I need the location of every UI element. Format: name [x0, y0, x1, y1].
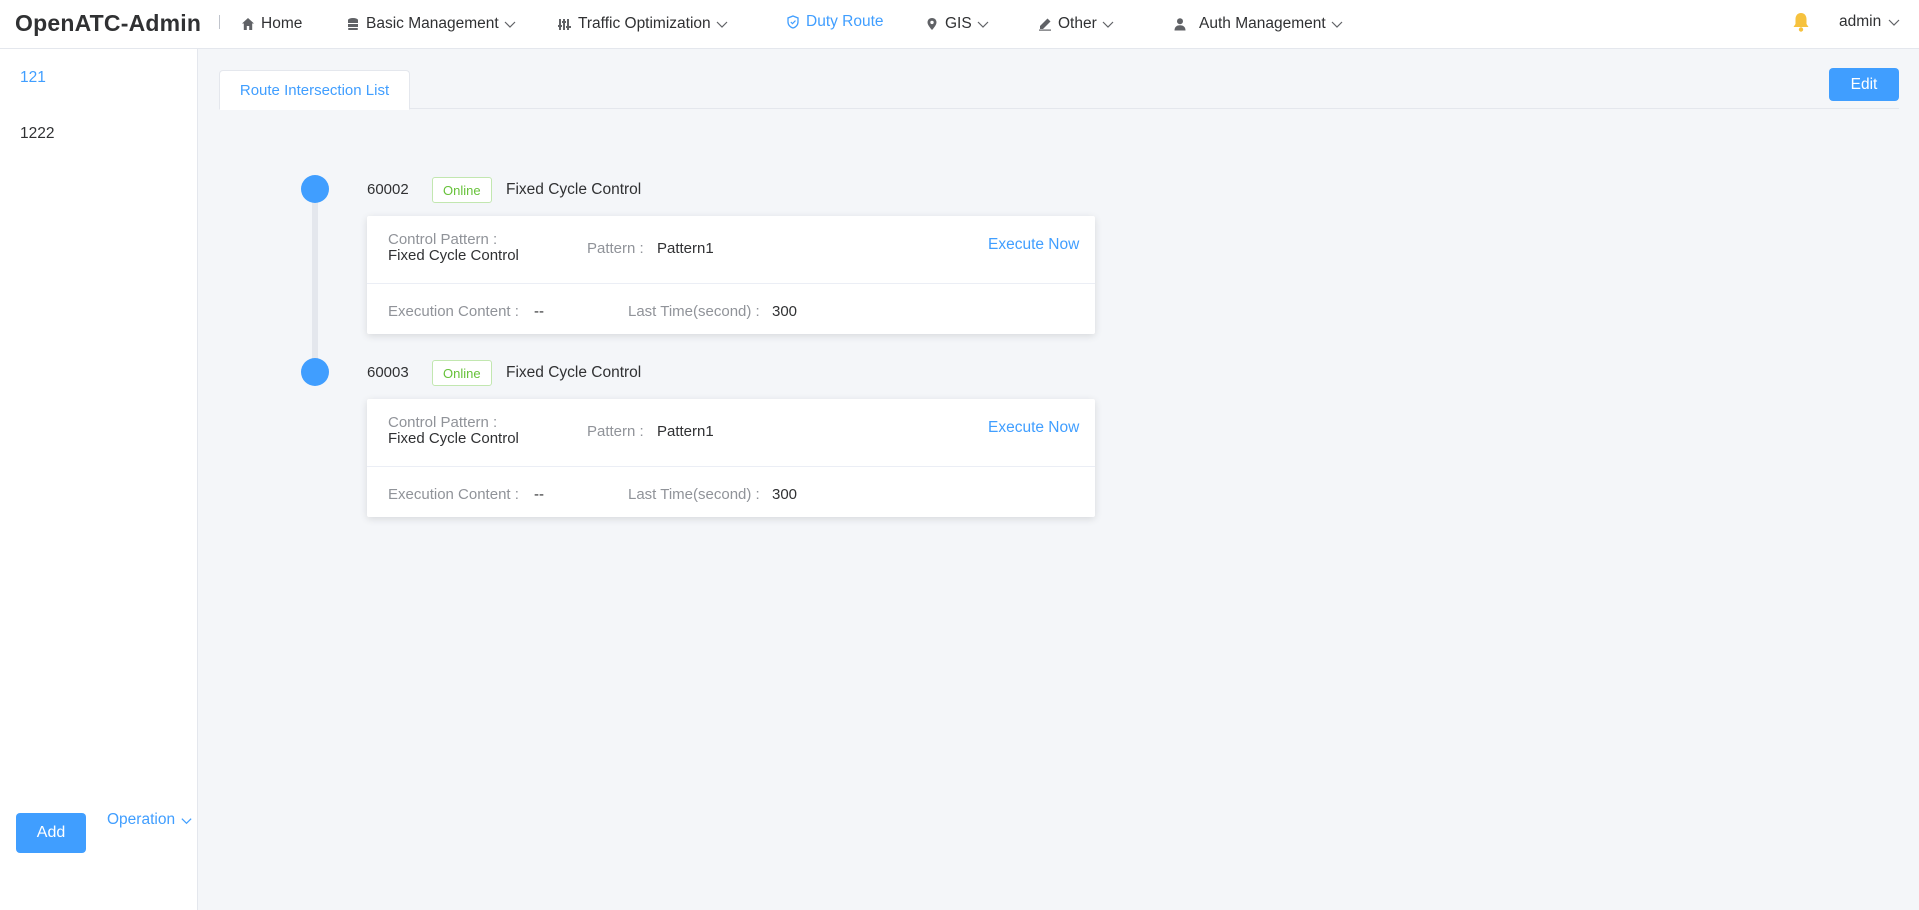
- sliders-icon: [558, 19, 571, 30]
- user-menu[interactable]: admin: [1839, 13, 1901, 31]
- nav-traffic-optimization[interactable]: Traffic Optimization: [558, 12, 729, 36]
- shield-icon: [787, 15, 799, 29]
- chevron-down-icon: [181, 817, 192, 824]
- execute-now-link[interactable]: Execute Now: [988, 419, 1079, 437]
- execute-now-link[interactable]: Execute Now: [988, 236, 1079, 254]
- last-time-label: Last Time(second) :: [628, 486, 760, 503]
- nav-auth-management[interactable]: Auth Management: [1173, 12, 1344, 36]
- chevron-down-icon: [1331, 21, 1343, 28]
- chevron-down-icon: [1888, 19, 1900, 26]
- pattern-value: Pattern1: [657, 423, 714, 440]
- database-icon: [348, 18, 358, 30]
- nav-basic-management-label: Basic Management: [366, 15, 499, 32]
- timeline-dot: [301, 358, 329, 386]
- last-time-label: Last Time(second) :: [628, 303, 760, 320]
- nav-home-label: Home: [261, 15, 303, 32]
- logo-divider: [219, 15, 220, 29]
- control-pattern-label: Control Pattern :: [388, 231, 498, 248]
- nav-duty-route-label: Duty Route: [806, 13, 884, 30]
- chevron-down-icon: [716, 21, 728, 28]
- control-pattern-value: Fixed Cycle Control: [388, 430, 519, 447]
- route-item[interactable]: 1222: [20, 125, 54, 143]
- card-divider: [367, 466, 1095, 467]
- operation-label: Operation: [107, 811, 176, 828]
- app-logo[interactable]: OpenATC-Admin: [15, 10, 201, 37]
- intersection-id: 60002: [367, 181, 409, 198]
- chevron-down-icon: [504, 21, 516, 28]
- route-sidebar: 121 1222 Add Operation: [0, 49, 198, 910]
- route-item[interactable]: 121: [20, 69, 46, 87]
- intersection-mode: Fixed Cycle Control: [506, 181, 642, 198]
- operation-dropdown[interactable]: Operation: [107, 811, 193, 829]
- pencil-icon: [1039, 18, 1051, 31]
- nav-auth-management-label: Auth Management: [1199, 15, 1326, 32]
- chevron-down-icon: [977, 21, 989, 28]
- last-time-value: 300: [772, 303, 798, 320]
- tab-route-intersection-list[interactable]: Route Intersection List: [219, 70, 410, 110]
- nav-duty-route[interactable]: Duty Route: [786, 10, 884, 34]
- last-time-value: 300: [772, 486, 798, 503]
- execution-content-label: Execution Content :: [388, 486, 519, 503]
- nav-other-label: Other: [1058, 15, 1097, 32]
- nav-traffic-optimization-label: Traffic Optimization: [578, 15, 711, 32]
- execution-content-value: --: [534, 486, 544, 503]
- add-route-button[interactable]: Add: [16, 813, 86, 853]
- top-navbar: OpenATC-Admin Home Basic Management Traf…: [0, 0, 1919, 49]
- nav-gis-label: GIS: [945, 15, 972, 32]
- user-name: admin: [1839, 13, 1882, 30]
- tabs-bar: [219, 108, 1899, 109]
- intersection-card: Control Pattern : Fixed Cycle Control Pa…: [367, 399, 1095, 517]
- timeline-line: [312, 189, 318, 373]
- control-pattern-value: Fixed Cycle Control: [388, 247, 519, 264]
- pattern-value: Pattern1: [657, 240, 714, 257]
- pattern-label: Pattern :: [587, 240, 644, 257]
- chevron-down-icon: [1102, 21, 1114, 28]
- pattern-label: Pattern :: [587, 423, 644, 440]
- location-pin-icon: [927, 18, 937, 30]
- status-badge: Online: [432, 360, 492, 386]
- intersection-mode: Fixed Cycle Control: [506, 364, 642, 381]
- timeline-dot: [301, 175, 329, 203]
- bell-icon[interactable]: [1791, 11, 1811, 33]
- home-icon: [242, 18, 254, 30]
- nav-basic-management[interactable]: Basic Management: [346, 12, 517, 36]
- nav-home[interactable]: Home: [241, 12, 302, 36]
- card-divider: [367, 283, 1095, 284]
- execution-content-value: --: [534, 303, 544, 320]
- nav-other[interactable]: Other: [1038, 12, 1115, 36]
- execution-content-label: Execution Content :: [388, 303, 519, 320]
- nav-gis[interactable]: GIS: [925, 12, 990, 36]
- control-pattern-label: Control Pattern :: [388, 414, 498, 431]
- edit-button[interactable]: Edit: [1829, 68, 1899, 101]
- user-icon: [1174, 18, 1186, 31]
- intersection-id: 60003: [367, 364, 409, 381]
- status-badge: Online: [432, 177, 492, 203]
- intersection-card: Control Pattern : Fixed Cycle Control Pa…: [367, 216, 1095, 334]
